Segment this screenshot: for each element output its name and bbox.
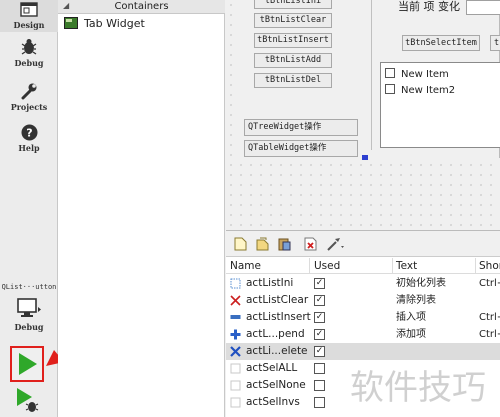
copy-action-icon[interactable] <box>256 237 269 251</box>
col-separator <box>475 258 476 274</box>
category-label: Containers <box>114 1 169 12</box>
action-used-checkbox[interactable]: ✓ <box>314 329 325 340</box>
clear-x-icon <box>230 295 241 306</box>
action-name: actSelNone <box>246 379 306 391</box>
kit-label: QList···utton <box>1 283 57 291</box>
mode-debug[interactable]: Debug <box>0 38 58 70</box>
action-row[interactable]: actListInsert✓ 插入项 Ctrl+ <box>226 309 500 326</box>
current-item-input[interactable] <box>466 0 500 15</box>
action-used-checkbox[interactable] <box>314 363 325 374</box>
col-shortcut[interactable]: Shor <box>479 258 500 274</box>
blank-icon <box>230 397 241 408</box>
resize-handle[interactable] <box>363 155 368 160</box>
list-init-icon <box>230 278 241 289</box>
action-name: actListClear <box>246 294 309 306</box>
action-text: 插入项 <box>396 312 426 323</box>
debug-play-icon <box>17 388 39 412</box>
right-group-box: 当前 项 变化 tBtnSelectItem t New Item New It… <box>371 0 500 150</box>
action-shortcut: Ctrl+ <box>479 278 500 289</box>
blank-icon <box>230 380 241 391</box>
col-separator <box>392 258 393 274</box>
list-item-label: New Item2 <box>401 85 456 96</box>
action-used-checkbox[interactable] <box>314 397 325 408</box>
action-text: 初始化列表 <box>396 278 446 289</box>
action-used-checkbox[interactable]: ✓ <box>314 346 325 357</box>
design-icon <box>20 2 38 17</box>
action-row[interactable]: actListClear ✓ 清除列表 <box>226 292 500 309</box>
action-row[interactable]: actListIni ✓ 初始化列表 Ctrl+ <box>226 275 500 292</box>
svg-text:?: ? <box>26 127 32 140</box>
action-row[interactable]: actL...pend ✓ 添加项 Ctrl+ <box>226 326 500 343</box>
list-widget[interactable]: New Item New Item2 <box>380 62 500 148</box>
action-toolbar <box>226 231 500 257</box>
delete-action-icon[interactable] <box>304 237 317 251</box>
mode-label: Help <box>18 143 40 153</box>
mode-help[interactable]: ? Help <box>0 124 58 156</box>
action-used-checkbox[interactable] <box>314 380 325 391</box>
tree-widget-button[interactable]: QTreeWidget操作 <box>244 119 358 136</box>
plus-icon <box>230 329 241 340</box>
kit-mode-label: Debug <box>14 322 44 332</box>
col-text[interactable]: Text <box>396 258 417 274</box>
mode-label: Projects <box>10 102 48 112</box>
action-used-checkbox[interactable]: ✓ <box>314 312 325 323</box>
item-checkbox[interactable] <box>385 68 395 78</box>
action-name: actSelALL <box>246 362 298 374</box>
watermark: 软件技巧 <box>350 368 486 408</box>
new-action-icon[interactable] <box>234 237 247 251</box>
action-text: 添加项 <box>396 329 426 340</box>
delete-x-icon <box>230 346 241 357</box>
paste-action-icon[interactable] <box>278 237 291 251</box>
blank-icon <box>230 363 241 374</box>
mode-label: Debug <box>14 58 44 68</box>
action-used-checkbox[interactable]: ✓ <box>314 278 325 289</box>
debug-run-button[interactable] <box>14 386 44 414</box>
list-item[interactable]: New Item <box>385 68 449 81</box>
select-item-button-2[interactable]: t <box>490 35 500 51</box>
help-icon: ? <box>21 124 37 141</box>
widget-item-tab-widget[interactable]: Tab Widget <box>64 16 145 32</box>
mode-design[interactable]: Design <box>0 0 58 32</box>
item-checkbox[interactable] <box>385 84 395 94</box>
action-name: actL...pend <box>246 328 305 340</box>
monitor-icon <box>17 298 41 317</box>
action-text: 清除列表 <box>396 295 436 306</box>
action-name: actSelInvs <box>246 396 300 408</box>
table-widget-button[interactable]: QTableWidget操作 <box>244 140 358 157</box>
mode-projects[interactable]: Projects <box>0 82 58 114</box>
btn-list-del[interactable]: tBtnListDel <box>254 73 332 88</box>
action-name: actListIni <box>246 277 294 289</box>
list-item-label: New Item <box>401 69 449 80</box>
action-name: actListInsert <box>246 311 311 323</box>
action-table-header: Name Used Text Shor <box>226 258 500 274</box>
action-shortcut: Ctrl+ <box>479 312 500 323</box>
mode-label: Design <box>13 20 45 30</box>
col-name[interactable]: Name <box>230 258 261 274</box>
current-item-label: 当前 项 变化 <box>398 0 460 13</box>
action-shortcut: Ctrl+ <box>479 329 500 340</box>
form-window[interactable]: tBtnListIni tBtnListClear tBtnListInsert… <box>234 0 500 160</box>
run-button[interactable] <box>10 346 44 382</box>
select-item-button[interactable]: tBtnSelectItem <box>402 35 480 51</box>
bug-icon <box>21 39 37 55</box>
btn-list-insert[interactable]: tBtnListInsert <box>254 33 332 48</box>
list-item[interactable]: New Item2 <box>385 84 455 97</box>
btn-list-add[interactable]: tBtnListAdd <box>254 53 332 68</box>
run-play-icon <box>19 353 37 375</box>
btn-list-clear[interactable]: tBtnListClear <box>254 13 332 28</box>
btn-list-ini[interactable]: tBtnListIni <box>254 0 332 9</box>
col-used[interactable]: Used <box>314 258 340 274</box>
insert-icon <box>230 315 241 319</box>
action-row[interactable]: actLi...elete ✓ <box>226 343 500 360</box>
widget-item-label: Tab Widget <box>84 17 145 30</box>
category-header-containers[interactable]: ◢ Containers <box>58 0 225 14</box>
tab-widget-icon <box>64 17 78 29</box>
form-canvas[interactable]: tBtnListIni tBtnListClear tBtnListInsert… <box>226 0 500 230</box>
config-action-icon[interactable] <box>326 237 346 251</box>
wrench-icon <box>21 83 37 100</box>
action-used-checkbox[interactable]: ✓ <box>314 295 325 306</box>
widget-box: ◢ Containers Tab Widget <box>58 0 225 417</box>
action-name: actLi...elete <box>246 345 308 357</box>
col-separator <box>309 258 310 274</box>
